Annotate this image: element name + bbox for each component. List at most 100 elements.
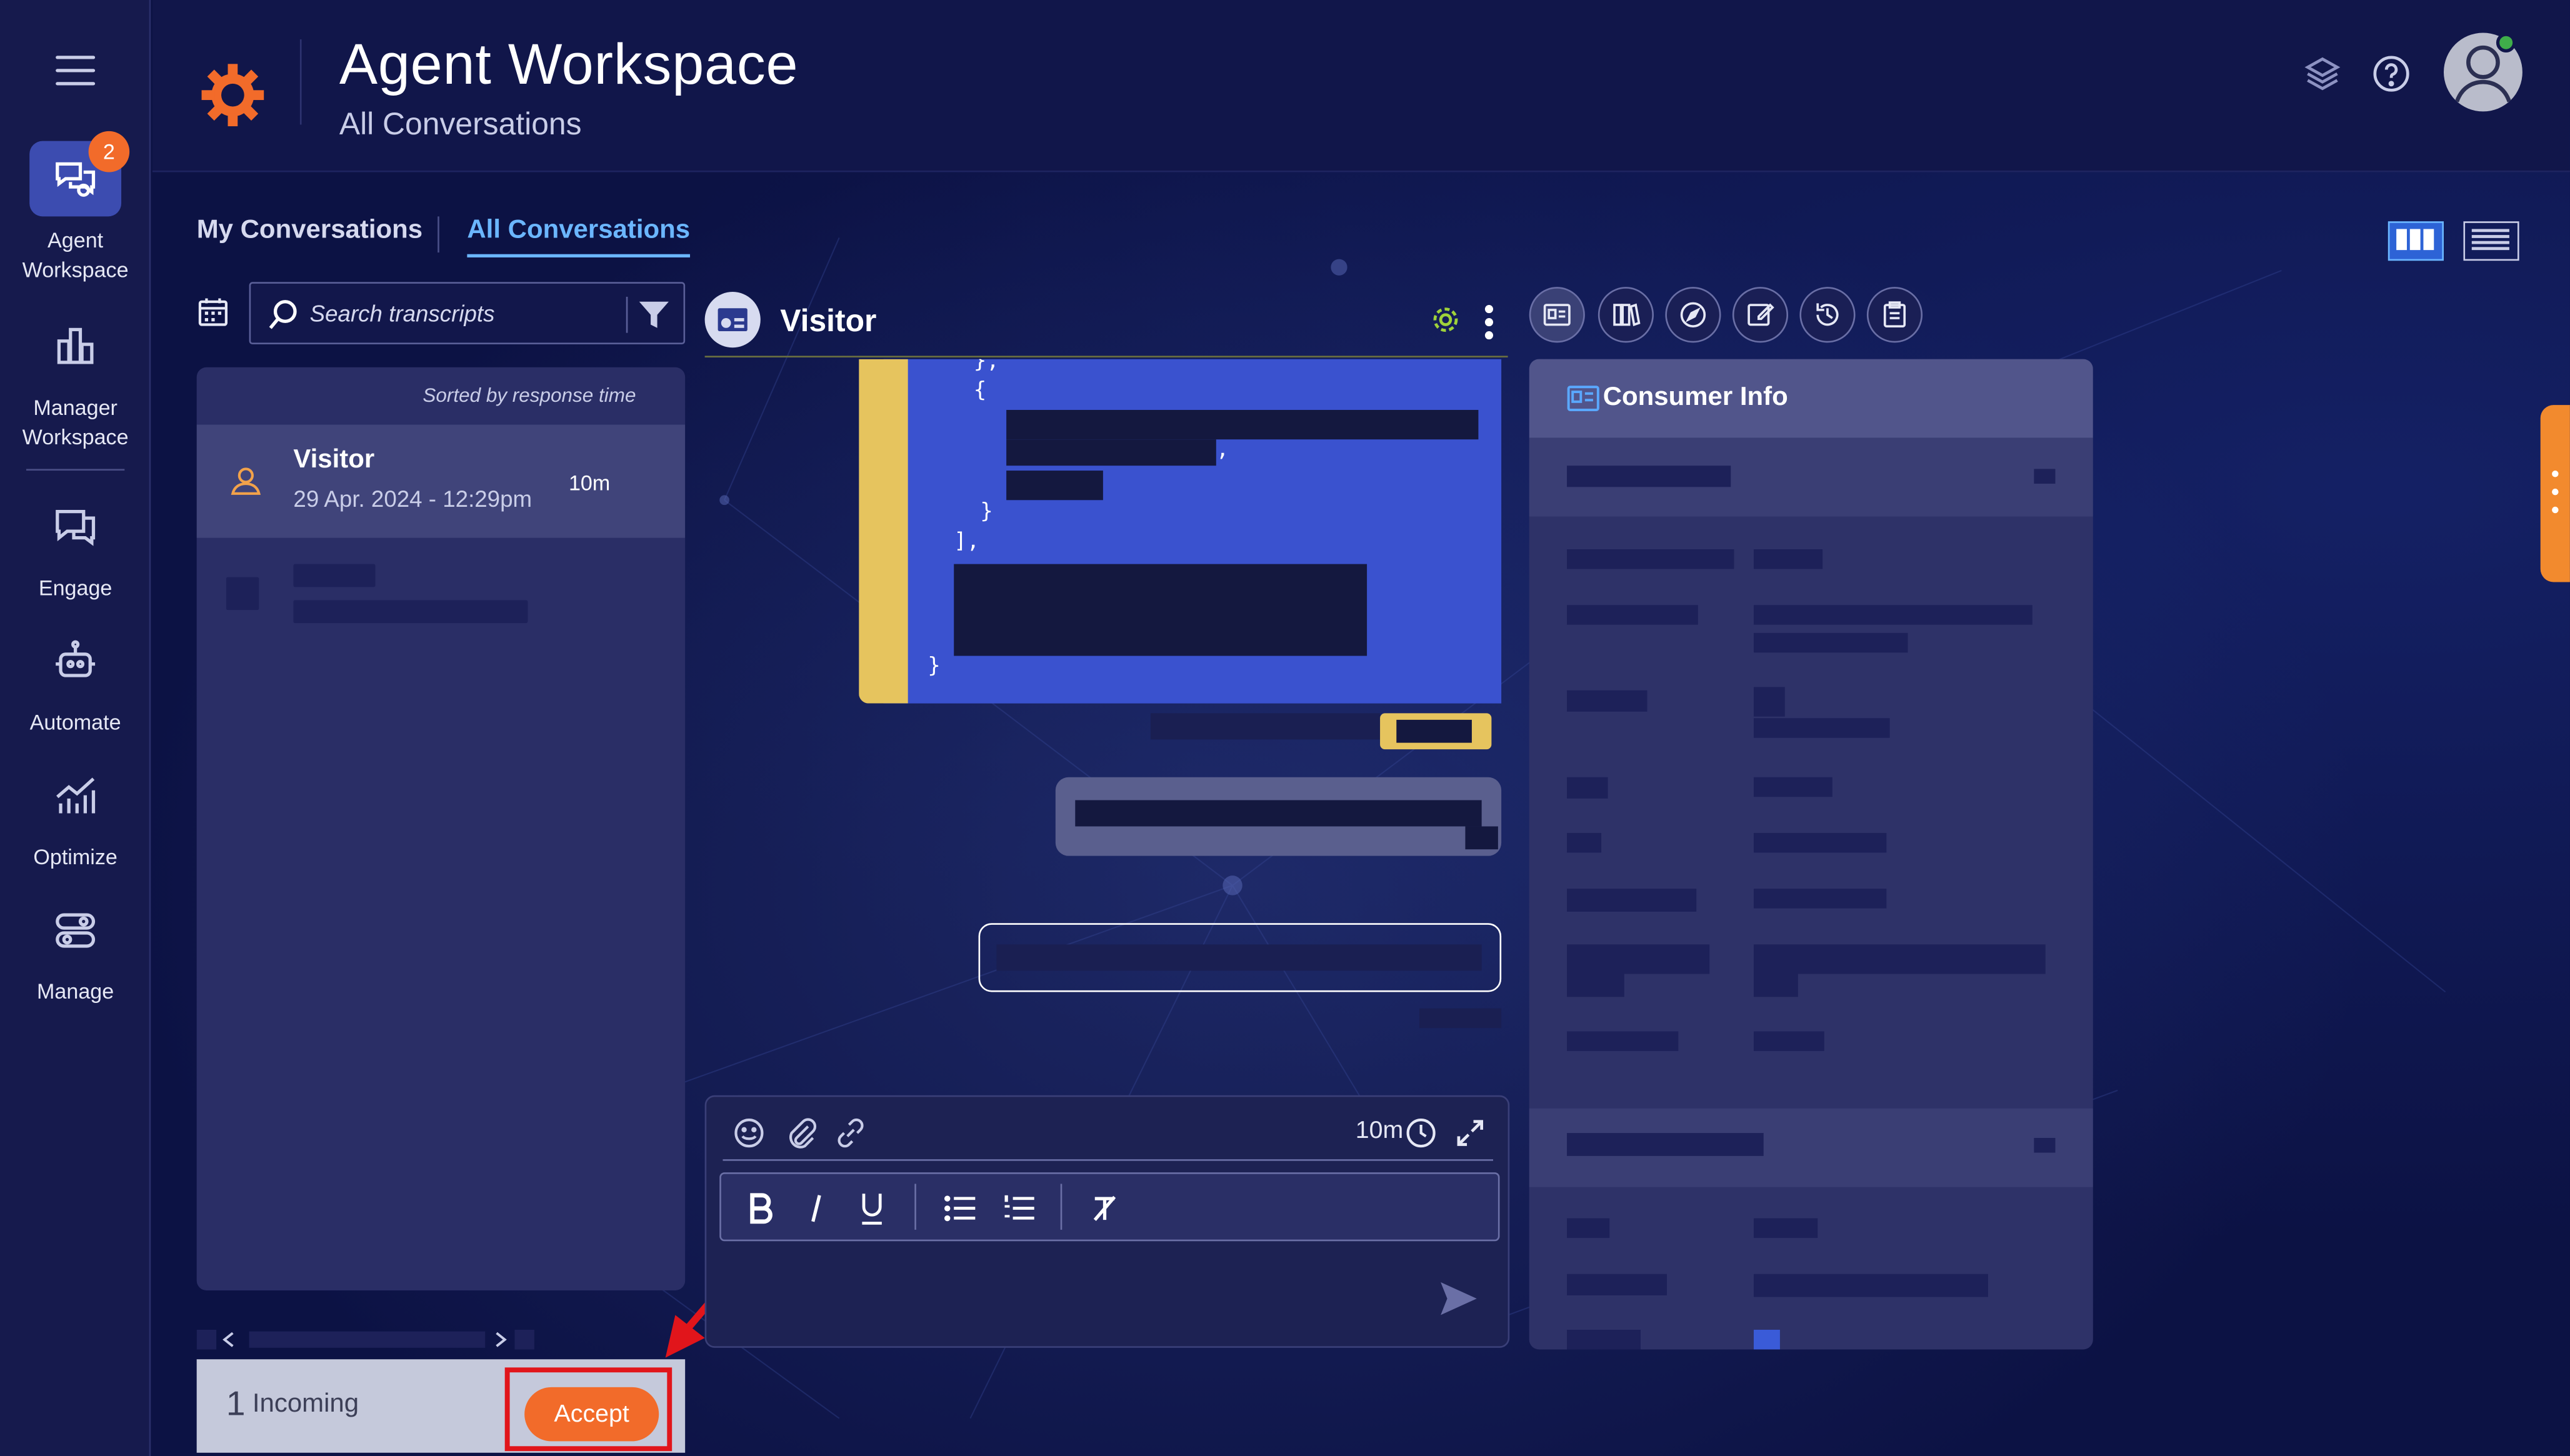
expand-icon[interactable] <box>1454 1117 1486 1149</box>
visitor-avatar <box>704 292 761 348</box>
bar-chart-icon <box>29 308 121 384</box>
id-card-icon <box>1543 304 1571 326</box>
redacted-text <box>1465 826 1498 850</box>
redacted-icon <box>1753 1329 1780 1350</box>
redacted-text <box>954 564 1368 656</box>
info-section-header <box>1529 437 2093 517</box>
app-window: Agent Workspace 2 Manager Workspace Engage <box>0 0 2570 1456</box>
redacted-text <box>1753 974 1798 997</box>
rail-item-automate[interactable]: Automate <box>0 623 151 738</box>
tab-all-conversations[interactable]: All Conversations <box>467 216 691 257</box>
calendar-icon[interactable] <box>197 295 229 327</box>
tab-my-conversations[interactable]: My Conversations <box>197 216 422 246</box>
layers-icon[interactable] <box>2301 52 2344 95</box>
side-drawer-handle[interactable] <box>2540 405 2570 582</box>
list-icon <box>2471 229 2509 251</box>
link-icon[interactable] <box>834 1117 867 1149</box>
redacted-text <box>1753 777 1832 797</box>
robot-icon <box>29 623 121 699</box>
redacted-text <box>293 600 528 624</box>
incoming-queue-bar: 1 Incoming Accept <box>196 1359 686 1453</box>
clipboard-icon <box>1883 301 1906 327</box>
help-icon[interactable] <box>2370 52 2412 95</box>
more-options-icon[interactable] <box>1484 305 1495 341</box>
incoming-label: Incoming <box>252 1390 359 1419</box>
redacted-text <box>1075 800 1482 827</box>
consumer-info-tab[interactable] <box>1529 287 1585 343</box>
conversation-row[interactable]: Visitor 29 Apr. 2024 - 12:29pm 10m <box>196 424 686 538</box>
history-tab[interactable] <box>1799 287 1856 343</box>
outlined-message-bubble <box>978 923 1502 992</box>
notification-badge: 2 <box>88 131 130 172</box>
conversation-date: 29 Apr. 2024 - 12:29pm <box>293 485 532 512</box>
toggles-icon <box>29 892 121 967</box>
user-outline-icon <box>231 467 261 495</box>
message-status-chip <box>1380 713 1492 750</box>
settings-gear-icon[interactable] <box>1431 305 1460 334</box>
code-line: } <box>928 654 941 679</box>
redacted-text <box>1006 471 1103 501</box>
bullet-list-icon[interactable] <box>944 1194 977 1223</box>
paperclip-icon[interactable] <box>785 1117 818 1149</box>
redacted-text <box>1567 466 1731 487</box>
app-header: Agent Workspace All Conversations <box>152 0 2570 172</box>
redacted-text <box>1567 690 1648 712</box>
code-line: } <box>980 500 993 525</box>
redacted-text <box>1753 1031 1824 1051</box>
rail-label: Optimize <box>33 844 118 869</box>
search-divider <box>626 296 628 333</box>
accept-button[interactable]: Accept <box>524 1387 659 1442</box>
response-timer: 10m <box>1355 1116 1404 1145</box>
emoji-icon[interactable] <box>732 1117 765 1149</box>
redacted-toggle <box>2034 1137 2056 1153</box>
clock-icon <box>1406 1119 1436 1148</box>
hamburger-menu-icon[interactable] <box>56 56 96 86</box>
rail-item-engage[interactable]: Engage <box>0 489 151 604</box>
rail-item-manage[interactable]: Manage <box>0 892 151 1007</box>
conversation-age: 10m <box>568 471 611 496</box>
widgets-tab[interactable] <box>1665 287 1721 343</box>
message-composer: 10m <box>704 1095 1510 1348</box>
horizontal-scrollbar[interactable] <box>196 1328 541 1351</box>
split-view-button[interactable] <box>2388 221 2444 261</box>
redacted-toggle <box>2034 469 2056 484</box>
redacted-text <box>1567 1133 1764 1156</box>
rail-label: Manage <box>37 979 114 1004</box>
books-icon <box>1613 303 1641 326</box>
conversation-list: Sorted by response time Visitor 29 Apr. … <box>196 367 686 1291</box>
notes-tab[interactable] <box>1732 287 1789 343</box>
redacted-text <box>1753 1274 1988 1297</box>
redacted-text <box>1567 974 1624 997</box>
redacted-text <box>1396 719 1472 743</box>
knowledge-tab[interactable] <box>1598 287 1654 343</box>
code-line: { <box>973 379 987 404</box>
search-input[interactable] <box>309 295 621 332</box>
id-card-icon <box>1567 386 1599 411</box>
tab-divider <box>438 216 439 253</box>
redacted-text <box>1753 549 1823 569</box>
structured-message: }, { , } ], } <box>859 359 1502 704</box>
redacted-text <box>293 564 376 587</box>
clipboard-tab[interactable] <box>1866 287 1923 343</box>
clear-format-icon[interactable] <box>1090 1194 1119 1223</box>
formatting-toolbar <box>719 1172 1500 1242</box>
list-view-button[interactable] <box>2463 221 2519 261</box>
redacted-text <box>1567 944 1710 974</box>
page-title: Agent Workspace <box>339 32 799 97</box>
numbered-list-icon[interactable] <box>1003 1194 1036 1223</box>
bold-icon[interactable] <box>748 1192 774 1225</box>
rail-item-agent-workspace[interactable]: Agent Workspace <box>0 141 151 286</box>
underline-icon[interactable] <box>859 1190 885 1227</box>
toolbar-divider <box>914 1184 916 1230</box>
rail-divider <box>26 469 125 471</box>
rail-item-optimize[interactable]: Optimize <box>0 757 151 872</box>
italic-icon[interactable] <box>806 1192 826 1225</box>
send-icon[interactable] <box>1438 1279 1480 1319</box>
rail-item-manager-workspace[interactable]: Manager Workspace <box>0 308 151 452</box>
edit-icon <box>1748 303 1774 326</box>
page-subtitle: All Conversations <box>339 108 582 143</box>
redacted-text <box>1567 889 1697 912</box>
rail-label: Agent Workspace <box>22 227 129 282</box>
consumer-info-header: Consumer Info <box>1529 359 2093 438</box>
filter-icon[interactable] <box>638 299 670 331</box>
